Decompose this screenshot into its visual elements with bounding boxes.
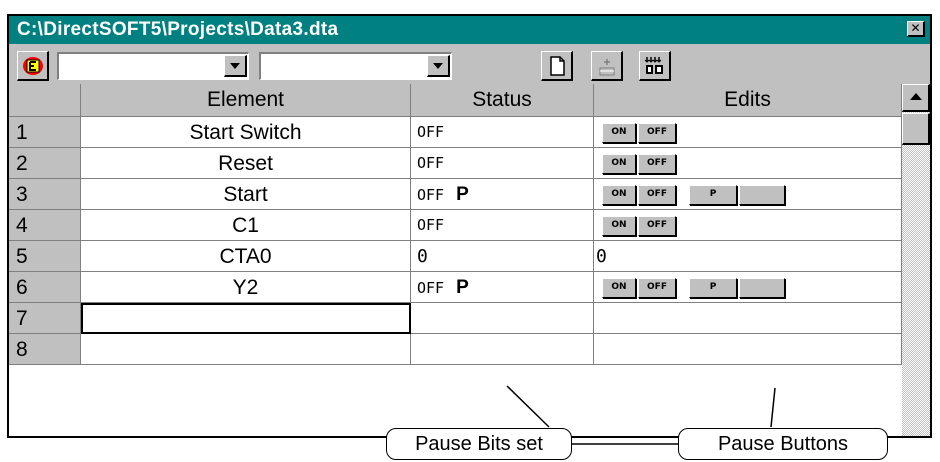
pause-buttons-callout: Pause Buttons (678, 428, 888, 460)
annotation-leader-lines (506, 385, 776, 445)
pause-bits-callout: Pause Bits set (386, 428, 572, 460)
